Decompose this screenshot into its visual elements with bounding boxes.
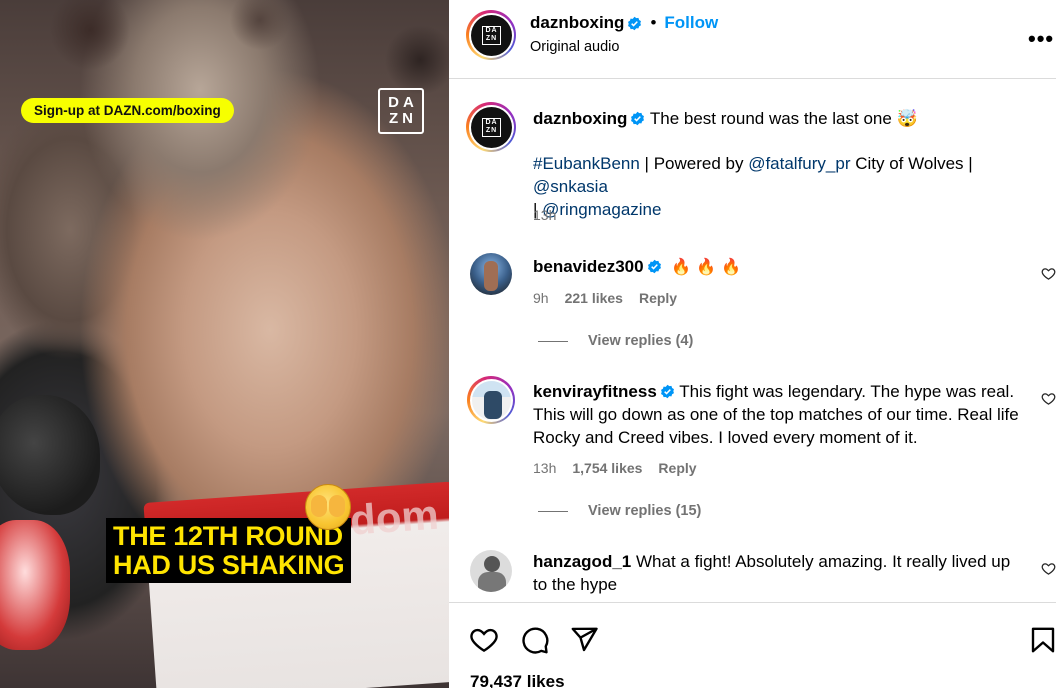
comment-hanzagod: hanzagod_1 What a fight! Absolutely amaz… [533, 550, 1029, 596]
caption-avatar[interactable]: DA ZN [466, 102, 516, 152]
comment-time: 9h [533, 290, 549, 306]
verified-badge-icon [660, 384, 674, 399]
comment-like-heart-icon[interactable] [1041, 391, 1056, 406]
post-caption: daznboxing The best round was the last o… [533, 107, 1043, 130]
caption-avatar-text-1: DA [485, 119, 498, 126]
signup-text: Sign-up at DAZN.com/boxing [34, 103, 221, 118]
replies-divider [538, 340, 568, 342]
avatar-text-2: ZN [485, 35, 498, 42]
comment-username[interactable]: kenvirayfitness [533, 382, 657, 401]
comment-meta: 9h 221 likes Reply [533, 290, 677, 306]
comment-avatar-hanzagod[interactable] [470, 550, 512, 592]
comment-like-heart-icon[interactable] [1041, 266, 1056, 281]
likes-count[interactable]: 79,437 likes [470, 672, 565, 688]
caption-powered: | Powered by [639, 154, 749, 173]
post-header: DA ZN daznboxing • Follow Original audio… [449, 0, 1056, 79]
share-icon[interactable] [569, 625, 599, 655]
comment-icon[interactable] [520, 625, 550, 655]
comment-likes[interactable]: 1,754 likes [572, 460, 642, 476]
video-caption: THE 12TH ROUND HAD US SHAKING [106, 518, 352, 583]
caption-line1: THE 12TH ROUND [113, 521, 343, 551]
reel-video[interactable]: dom Sign-up at DAZN.com/boxing DA ZN THE… [0, 0, 449, 688]
comment-username[interactable]: benavidez300 [533, 257, 644, 276]
view-replies-label: View replies (15) [588, 503, 702, 519]
post-panel: DA ZN daznboxing • Follow Original audio… [449, 0, 1056, 688]
comment-kenviray: kenvirayfitness This fight was legendary… [533, 380, 1019, 449]
fire-emoji-icon: 🔥 [671, 259, 692, 276]
verified-badge-icon [628, 16, 642, 30]
caption-time: 13h [533, 207, 557, 223]
more-options-icon[interactable]: ••• [1028, 26, 1054, 52]
fire-emoji-icon: 🔥 [696, 259, 717, 276]
original-audio-link[interactable]: Original audio [530, 39, 619, 55]
caption-line2: HAD US SHAKING [113, 550, 345, 580]
dazn-logo: DA ZN [378, 88, 424, 134]
dazn-logo-line1: DA [388, 94, 418, 111]
hashtag-link[interactable]: #EubankBenn [533, 154, 640, 173]
replies-divider [538, 510, 568, 512]
caption-tags: #EubankBenn | Powered by @fatalfury_pr C… [533, 152, 1045, 221]
bookmark-icon[interactable] [1028, 625, 1056, 655]
verified-badge-icon [631, 111, 645, 126]
header-separator: • [650, 13, 657, 32]
shocked-face-emoji-icon [305, 484, 351, 530]
mention-ringmagazine[interactable]: @ringmagazine [542, 200, 661, 219]
follow-button[interactable]: Follow [664, 13, 718, 33]
comment-avatar-kenviray[interactable] [467, 376, 515, 424]
verified-badge-icon [647, 259, 661, 274]
caption-meta: 13h [533, 207, 556, 223]
caption-avatar-text-2: ZN [485, 127, 498, 134]
view-replies-button[interactable]: View replies (4) [538, 333, 693, 349]
signup-banner: Sign-up at DAZN.com/boxing [21, 98, 234, 123]
reply-button[interactable]: Reply [658, 460, 696, 476]
heart-icon[interactable] [469, 625, 499, 655]
caption-middle: City of Wolves | [850, 154, 973, 173]
reply-button[interactable]: Reply [639, 290, 677, 306]
comment-likes[interactable]: 221 likes [565, 290, 623, 306]
fire-emoji-icon: 🔥 [721, 259, 742, 276]
caption-text: The best round was the last one [649, 109, 892, 128]
comment-avatar-benavidez[interactable] [470, 253, 512, 295]
dazn-logo-line2: ZN [389, 110, 417, 127]
view-replies-label: View replies (4) [588, 333, 694, 349]
comment-benavidez: benavidez300 🔥 🔥 🔥 [533, 255, 741, 279]
header-avatar[interactable]: DA ZN [466, 10, 516, 60]
boxing-glove [0, 395, 100, 515]
mention-fatalfury[interactable]: @fatalfury_pr [748, 154, 850, 173]
view-replies-button[interactable]: View replies (15) [538, 503, 701, 519]
exploding-head-emoji-icon: 🤯 [896, 109, 918, 128]
comment-meta: 13h 1,754 likes Reply [533, 460, 697, 476]
comment-username[interactable]: hanzagod_1 [533, 552, 631, 571]
avatar-text-1: DA [485, 27, 498, 34]
boxing-glove-red [0, 520, 70, 650]
comment-time: 13h [533, 460, 557, 476]
comment-like-heart-icon[interactable] [1041, 561, 1056, 576]
trunks-text: dom [348, 490, 441, 544]
boxer-trunks: dom [143, 481, 449, 688]
caption-username[interactable]: daznboxing [533, 109, 627, 128]
mention-snkasia[interactable]: @snkasia [533, 177, 608, 196]
comments-section[interactable]: DA ZN daznboxing The best round was the … [449, 80, 1056, 602]
header-username[interactable]: daznboxing [530, 13, 624, 33]
